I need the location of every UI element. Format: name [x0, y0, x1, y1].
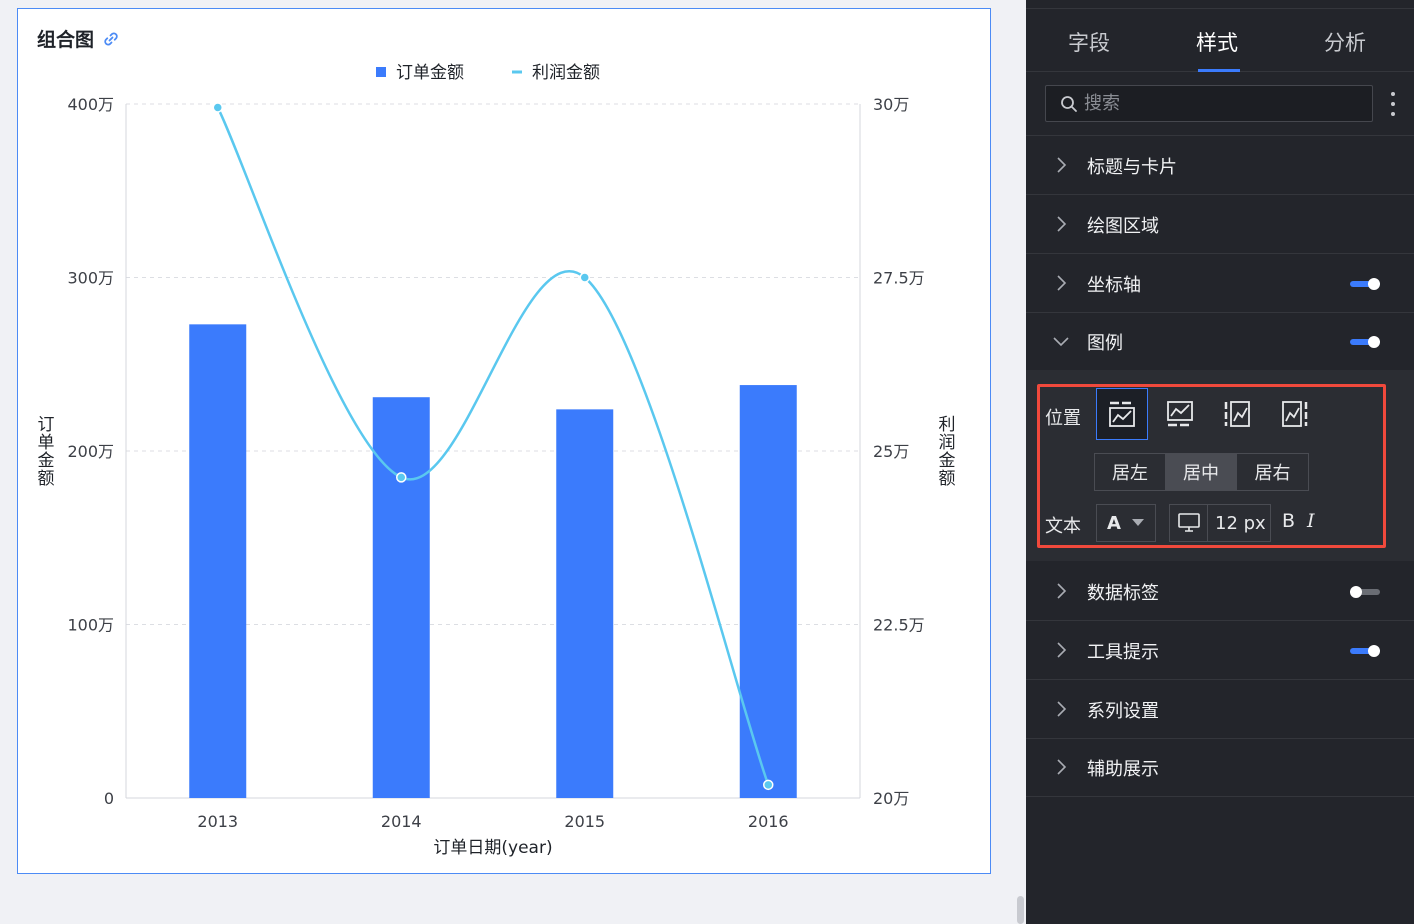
line-point	[396, 472, 407, 483]
section-label: 图例	[1087, 333, 1123, 354]
chevron-right-icon	[1057, 583, 1067, 599]
chevron-down-icon	[1053, 337, 1069, 347]
section-label: 系列设置	[1087, 701, 1159, 722]
section-title-card[interactable]: 标题与卡片	[1026, 136, 1414, 195]
section-plot-area[interactable]: 绘图区域	[1026, 195, 1414, 254]
legend-align-group: 居左 居中 居右	[1094, 453, 1309, 491]
legend-position-bottom-button[interactable]	[1154, 388, 1206, 440]
y2-tick-label: 25万	[873, 442, 909, 461]
x-tick-label: 2016	[748, 812, 789, 831]
chart-title: 组合图	[37, 29, 95, 51]
legend-position-left-button[interactable]	[1211, 388, 1263, 440]
section-label: 坐标轴	[1087, 275, 1141, 296]
legend-right-icon	[1282, 401, 1308, 427]
chevron-right-icon	[1057, 216, 1067, 232]
search-input[interactable]	[1084, 93, 1334, 114]
monitor-icon	[1170, 505, 1208, 541]
y-axis-title: 订单金额	[38, 415, 55, 489]
bar	[372, 397, 430, 798]
y2-tick-label: 22.5万	[873, 616, 925, 635]
section-label: 绘图区域	[1087, 216, 1159, 237]
combo-chart: 0 100万 200万 300万 400万 20万 22.5万 25万 27.5万 30万 2013…	[38, 63, 956, 858]
legend-label-bar: 订单金额	[396, 63, 464, 83]
line-point	[763, 779, 774, 791]
chevron-right-icon	[1057, 642, 1067, 658]
section-label: 工具提示	[1087, 642, 1159, 663]
data-labels-toggle[interactable]	[1350, 586, 1380, 598]
legend-bottom-icon	[1167, 401, 1193, 427]
tooltip-toggle[interactable]	[1350, 645, 1380, 657]
line-point	[579, 272, 590, 283]
more-options-icon[interactable]	[1390, 88, 1396, 120]
y-tick-label: 300万	[67, 269, 114, 288]
caret-down-icon	[1131, 519, 1144, 526]
search-box[interactable]	[1045, 85, 1373, 122]
axis-toggle[interactable]	[1350, 278, 1380, 290]
scrollbar-thumb[interactable]	[1017, 896, 1024, 924]
section-series-settings[interactable]: 系列设置	[1026, 680, 1414, 739]
position-label: 位置	[1045, 408, 1081, 429]
y-tick-label: 0	[104, 789, 114, 808]
align-left-button[interactable]: 居左	[1095, 454, 1166, 490]
legend-label-line: 利润金额	[532, 63, 600, 83]
bar	[739, 385, 797, 798]
align-center-button[interactable]: 居中	[1166, 454, 1237, 490]
settings-panel: 字段 样式 分析 标题与卡片 绘图区域 坐标轴 图例 位置	[1026, 0, 1414, 924]
legend-position-top-button[interactable]	[1096, 388, 1148, 440]
chart-card: 0 100万 200万 300万 400万 20万 22.5万 25万 27.5万 30万 2013…	[17, 8, 991, 874]
bar	[556, 409, 614, 798]
bar	[189, 324, 247, 798]
x-axis-title: 订单日期(year)	[433, 838, 552, 858]
x-tick-label: 2014	[381, 812, 422, 831]
legend-top-icon	[1109, 401, 1135, 427]
legend-settings: 位置 居左 居中 居右 文本 A 12 px B I	[1026, 370, 1414, 561]
x-tick-label: 2013	[197, 812, 238, 831]
link-icon[interactable]	[102, 30, 120, 48]
search-icon	[1061, 95, 1077, 112]
splitter[interactable]	[1016, 0, 1026, 924]
x-tick-label: 2015	[564, 812, 605, 831]
chevron-right-icon	[1057, 157, 1067, 173]
panel-tabs: 字段 样式 分析	[1026, 8, 1414, 72]
legend-left-icon	[1224, 401, 1250, 427]
chart-title-row: 组合图	[37, 25, 120, 52]
chevron-right-icon	[1057, 701, 1067, 717]
section-tooltip[interactable]: 工具提示	[1026, 621, 1414, 680]
y2-tick-label: 27.5万	[873, 269, 925, 288]
legend-position-right-button[interactable]	[1269, 388, 1321, 440]
line-point	[212, 102, 223, 113]
font-color-letter: A	[1107, 512, 1121, 534]
font-size-value: 12 px	[1215, 512, 1266, 534]
section-label: 标题与卡片	[1087, 157, 1177, 178]
y2-tick-label: 20万	[873, 789, 909, 808]
y-tick-label: 100万	[67, 616, 114, 635]
section-data-labels[interactable]: 数据标签	[1026, 562, 1414, 621]
section-label: 辅助展示	[1087, 759, 1159, 780]
chevron-right-icon	[1057, 275, 1067, 291]
y2-tick-label: 30万	[873, 95, 909, 114]
tab-analysis[interactable]: 分析	[1324, 27, 1366, 57]
legend-toggle[interactable]	[1350, 336, 1380, 348]
y-tick-label: 400万	[67, 95, 114, 114]
section-legend[interactable]: 图例	[1026, 312, 1414, 370]
bold-button[interactable]: B	[1282, 510, 1295, 532]
text-label: 文本	[1045, 516, 1081, 537]
y2-axis-title: 利润金额	[939, 415, 956, 489]
y-tick-label: 200万	[67, 442, 114, 461]
search-row	[1026, 72, 1414, 136]
section-auxiliary-display[interactable]: 辅助展示	[1026, 738, 1414, 797]
italic-button[interactable]: I	[1307, 510, 1315, 532]
section-axis[interactable]: 坐标轴	[1026, 254, 1414, 313]
legend-marker-bar	[376, 67, 386, 77]
tab-style[interactable]: 样式	[1196, 27, 1238, 57]
font-color-picker[interactable]: A	[1096, 504, 1156, 542]
tab-fields[interactable]: 字段	[1068, 27, 1110, 57]
section-label: 数据标签	[1087, 583, 1159, 604]
chevron-right-icon	[1057, 759, 1067, 775]
profit-line	[216, 106, 770, 786]
align-right-button[interactable]: 居右	[1237, 454, 1308, 490]
font-size-field[interactable]: 12 px	[1169, 504, 1271, 542]
